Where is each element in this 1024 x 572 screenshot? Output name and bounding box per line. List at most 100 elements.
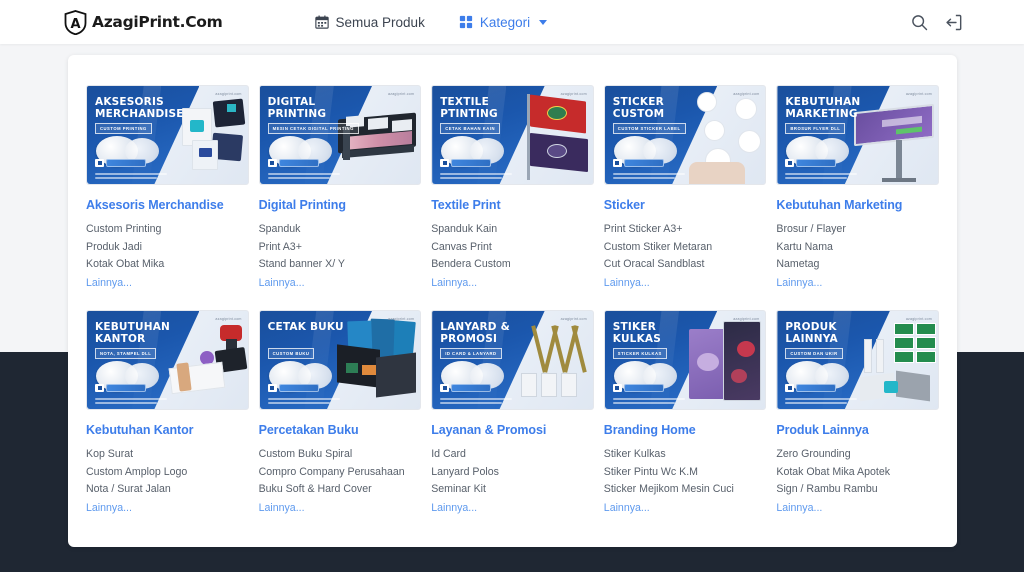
banner-watermark: azagiprint.com: [906, 92, 932, 96]
category-item[interactable]: Produk Jadi: [86, 239, 249, 257]
category-more-link[interactable]: Lainnya...: [259, 500, 422, 518]
category-banner[interactable]: TEXTILE PTINTING CETAK BAHAN KAIN azagip…: [431, 85, 594, 185]
category-card: AKSESORIS MERCHANDISE CUSTOM PRINTING az…: [86, 85, 249, 292]
category-item[interactable]: Compro Company Perusahaan: [259, 464, 422, 482]
nav-item-kategori[interactable]: Kategori: [459, 15, 547, 30]
banner-shop-button[interactable]: [95, 384, 146, 392]
category-more-link[interactable]: Lainnya...: [431, 500, 594, 518]
category-banner[interactable]: KEBUTUHAN MARKETING BROSUR FLYER DLL aza…: [776, 85, 939, 185]
category-banner[interactable]: CETAK BUKU CUSTOM BUKU azagiprint.com: [259, 310, 422, 410]
banner-shop-button[interactable]: [785, 159, 836, 167]
brand-logo[interactable]: A AzagiPrint.Com: [64, 10, 223, 35]
category-banner[interactable]: PRODUK LAINNYA CUSTOM DAN UKIR azagiprin…: [776, 310, 939, 410]
shop-now-pill: [106, 384, 146, 392]
category-banner[interactable]: AKSESORIS MERCHANDISE CUSTOM PRINTING az…: [86, 85, 249, 185]
banner-fineprint: [613, 173, 685, 180]
shop-now-pill: [106, 159, 146, 167]
search-icon[interactable]: [911, 14, 928, 31]
category-banner[interactable]: LANYARD & PROMOSI ID CARD & LANYARD azag…: [431, 310, 594, 410]
category-item[interactable]: Id Card: [431, 446, 594, 464]
banner-shop-button[interactable]: [785, 384, 836, 392]
category-card: CETAK BUKU CUSTOM BUKU azagiprint.com Pe…: [259, 310, 422, 517]
category-more-link[interactable]: Lainnya...: [86, 500, 249, 518]
category-item[interactable]: Stand banner X/ Y: [259, 256, 422, 274]
shop-now-pill: [279, 159, 319, 167]
category-item[interactable]: Sticker Mejikom Mesin Cuci: [604, 481, 767, 499]
svg-text:A: A: [70, 17, 80, 32]
category-item[interactable]: Custom Amplop Logo: [86, 464, 249, 482]
category-more-link[interactable]: Lainnya...: [776, 500, 939, 518]
category-item-list: Custom Buku SpiralCompro Company Perusah…: [259, 446, 422, 499]
category-title[interactable]: Layanan & Promosi: [431, 423, 594, 438]
banner-shop-button[interactable]: [95, 159, 146, 167]
category-item[interactable]: Stiker Pintu Wc K.M: [604, 464, 767, 482]
category-item[interactable]: Custom Printing: [86, 221, 249, 239]
banner-shop-button[interactable]: [268, 384, 319, 392]
category-item-list: Zero GroundingKotak Obat Mika ApotekSign…: [776, 446, 939, 499]
category-more-link[interactable]: Lainnya...: [431, 275, 594, 293]
category-item[interactable]: Nota / Surat Jalan: [86, 481, 249, 499]
category-item[interactable]: Lanyard Polos: [431, 464, 594, 482]
category-item[interactable]: Custom Stiker Metaran: [604, 239, 767, 257]
category-item[interactable]: Stiker Kulkas: [604, 446, 767, 464]
category-item[interactable]: Print A3+: [259, 239, 422, 257]
banner-shop-button[interactable]: [613, 384, 664, 392]
category-title[interactable]: Kebutuhan Marketing: [776, 198, 939, 213]
category-banner[interactable]: STICKER CUSTOM CUSTOM STICKER LABEL azag…: [604, 85, 767, 185]
banner-watermark: azagiprint.com: [215, 317, 241, 321]
category-more-link[interactable]: Lainnya...: [259, 275, 422, 293]
category-item[interactable]: Nametag: [776, 256, 939, 274]
banner-shop-button[interactable]: [613, 159, 664, 167]
nav-item-semua-produk[interactable]: Semua Produk: [315, 15, 425, 30]
category-item[interactable]: Kotak Obat Mika Apotek: [776, 464, 939, 482]
category-more-link[interactable]: Lainnya...: [604, 500, 767, 518]
category-item[interactable]: Kotak Obat Mika: [86, 256, 249, 274]
category-more-link[interactable]: Lainnya...: [604, 275, 767, 293]
category-title[interactable]: Aksesoris Merchandise: [86, 198, 249, 213]
category-item-list: Stiker KulkasStiker Pintu Wc K.MSticker …: [604, 446, 767, 499]
category-title[interactable]: Branding Home: [604, 423, 767, 438]
cart-icon: [95, 159, 104, 167]
category-item[interactable]: Custom Buku Spiral: [259, 446, 422, 464]
category-title[interactable]: Textile Print: [431, 198, 594, 213]
category-item[interactable]: Sign / Rambu Rambu: [776, 481, 939, 499]
category-item[interactable]: Spanduk: [259, 221, 422, 239]
category-card: TEXTILE PTINTING CETAK BAHAN KAIN azagip…: [431, 85, 594, 292]
category-item[interactable]: Spanduk Kain: [431, 221, 594, 239]
category-item[interactable]: Canvas Print: [431, 239, 594, 257]
banner-subtitle: CUSTOM DAN UKIR: [785, 348, 842, 359]
category-item[interactable]: Buku Soft & Hard Cover: [259, 481, 422, 499]
category-item[interactable]: Print Sticker A3+: [604, 221, 767, 239]
banner-watermark: azagiprint.com: [388, 92, 414, 96]
banner-shop-button[interactable]: [268, 159, 319, 167]
category-title[interactable]: Produk Lainnya: [776, 423, 939, 438]
banner-shop-button[interactable]: [440, 159, 491, 167]
category-banner[interactable]: KEBUTUHAN KANTOR NOTA, STAMPEL DLL azagi…: [86, 310, 249, 410]
category-item[interactable]: Brosur / Flayer: [776, 221, 939, 239]
calendar-icon: [315, 15, 329, 29]
category-more-link[interactable]: Lainnya...: [86, 275, 249, 293]
category-card: LANYARD & PROMOSI ID CARD & LANYARD azag…: [431, 310, 594, 517]
category-item[interactable]: Kop Surat: [86, 446, 249, 464]
category-item[interactable]: Cut Oracal Sandblast: [604, 256, 767, 274]
category-title[interactable]: Sticker: [604, 198, 767, 213]
category-item[interactable]: Zero Grounding: [776, 446, 939, 464]
category-more-link[interactable]: Lainnya...: [776, 275, 939, 293]
banner-shop-button[interactable]: [440, 384, 491, 392]
category-item[interactable]: Kartu Nama: [776, 239, 939, 257]
category-item-list: Custom PrintingProduk JadiKotak Obat Mik…: [86, 221, 249, 274]
category-title[interactable]: Kebutuhan Kantor: [86, 423, 249, 438]
banner-fineprint: [785, 173, 857, 180]
login-icon[interactable]: [945, 14, 962, 31]
cart-icon: [268, 159, 277, 167]
category-banner[interactable]: DIGITAL PRINTING MESIN CETAK DIGITAL PRI…: [259, 85, 422, 185]
main-nav: Semua Produk Kategori: [315, 15, 548, 30]
category-card: KEBUTUHAN MARKETING BROSUR FLYER DLL aza…: [776, 85, 939, 292]
category-title[interactable]: Percetakan Buku: [259, 423, 422, 438]
category-item[interactable]: Bendera Custom: [431, 256, 594, 274]
category-item-list: Kop SuratCustom Amplop LogoNota / Surat …: [86, 446, 249, 499]
category-banner[interactable]: STIKER KULKAS STICKER KULKAS azagiprint.…: [604, 310, 767, 410]
category-item[interactable]: Seminar Kit: [431, 481, 594, 499]
category-title[interactable]: Digital Printing: [259, 198, 422, 213]
banner-title: KEBUTUHAN KANTOR: [95, 322, 179, 345]
